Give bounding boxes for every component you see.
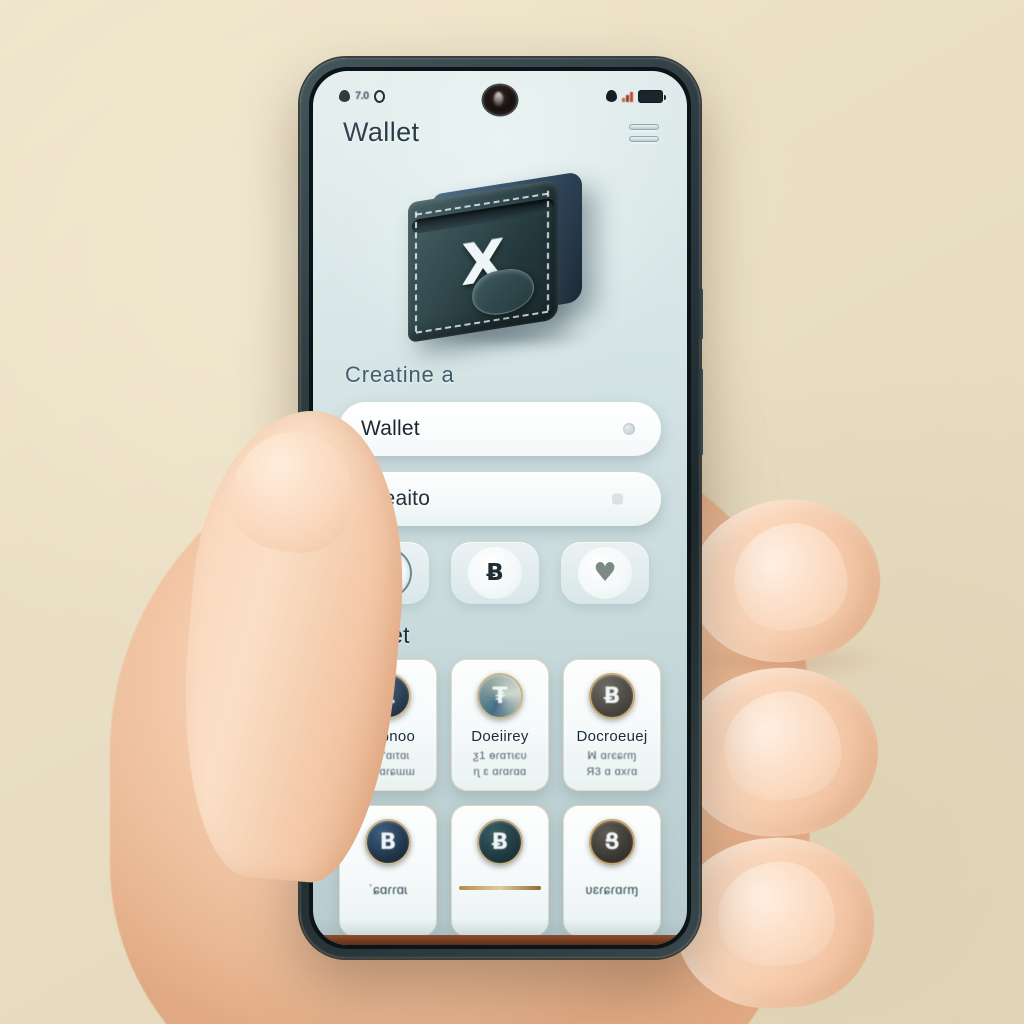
circle-dot-icon[interactable] xyxy=(623,423,635,435)
wallet-3d-icon: X xyxy=(400,169,600,347)
wallet-card-title: ʋɛɾɕɾɑɾɱ xyxy=(585,882,639,897)
favorite-chip-badge: ♥ xyxy=(578,547,632,599)
coin-glyph: ₮ xyxy=(492,683,508,709)
ring-icon xyxy=(373,89,385,103)
wallet-stitching xyxy=(547,190,549,312)
coin-icon: Ƀ xyxy=(477,819,523,865)
wallet-card-line2: Я3 ɑ ɑхɾɑ xyxy=(586,765,638,778)
coin-icon: ₮ xyxy=(477,673,523,719)
hamburger-menu-icon[interactable] xyxy=(629,123,659,142)
crypto-chip[interactable]: Ƀ xyxy=(451,542,539,604)
wallet-card-title: Doeiirey xyxy=(471,728,529,745)
signal-icon xyxy=(622,91,633,102)
wallet-card-title: Docroeuej xyxy=(576,728,648,745)
volume-button[interactable] xyxy=(698,288,703,340)
form-heading: Creatine a xyxy=(345,362,455,387)
menu-line xyxy=(629,135,659,142)
wallet-card-line2: ɳ ɛ ɑɾɑɾɑɑ xyxy=(473,765,527,778)
coin-icon: B xyxy=(365,819,411,865)
coin-icon: Ց xyxy=(589,819,635,865)
coin-glyph: Ց xyxy=(604,829,620,855)
power-button[interactable] xyxy=(698,368,703,456)
wallet-card-title: ʿɕɑɾɾɑɩ xyxy=(368,882,408,897)
page-title: Wallet xyxy=(343,117,420,147)
favorite-chip[interactable]: ♥ xyxy=(561,542,649,604)
battery-icon xyxy=(638,89,666,103)
wallet-name-input[interactable]: Wallet xyxy=(339,402,661,456)
wallet-card-grid-row2: B ʿɕɑɾɾɑɩ Ƀ Ց ʋɛɾɕɾɑɾɱ xyxy=(339,805,661,937)
wallet-card-divider xyxy=(458,886,542,890)
status-bar-left: 7.0 xyxy=(339,89,385,103)
wallet-card[interactable]: Ց ʋɛɾɕɾɑɾɱ xyxy=(563,805,661,937)
hero-illustration: X xyxy=(313,148,687,360)
menu-line xyxy=(629,123,659,130)
coin-glyph: Ƀ xyxy=(491,829,509,855)
front-camera-icon xyxy=(483,85,517,115)
wallet-card[interactable]: ₮ Doeiirey ƺ1 ѳɾɑтɩєυ ɳ ɛ ɑɾɑɾɑɑ xyxy=(451,659,549,791)
square-dot-icon[interactable] xyxy=(612,493,623,505)
wallet-stitching xyxy=(415,211,417,332)
coin-glyph: Ƀ xyxy=(603,683,621,709)
app-bar: Wallet xyxy=(313,111,687,148)
dot-icon xyxy=(339,90,350,102)
status-bar-right xyxy=(606,89,666,103)
wallet-card[interactable]: Ƀ Docroeuej ꟽ ɑɾєɕɾɱ Я3 ɑ ɑхɾɑ xyxy=(563,659,661,791)
wallet-card[interactable]: Ƀ xyxy=(451,805,549,937)
crypto-chip-badge: Ƀ xyxy=(468,547,522,599)
wallet-front-panel: X xyxy=(408,179,558,343)
status-bar-text: 7.0 xyxy=(355,90,369,102)
wallet-name-value: Wallet xyxy=(361,417,420,440)
dot-icon xyxy=(606,90,617,102)
screen-bottom-accent xyxy=(313,935,687,945)
wallet-card-line1: ƺ1 ѳɾɑтɩєυ xyxy=(472,750,528,762)
coin-glyph: B xyxy=(379,829,397,855)
crypto-icon: Ƀ xyxy=(486,560,504,586)
coin-icon: Ƀ xyxy=(589,673,635,719)
heart-icon: ♥ xyxy=(593,558,617,588)
wallet-card-line1: ꟽ ɑɾєɕɾɱ xyxy=(587,750,637,762)
